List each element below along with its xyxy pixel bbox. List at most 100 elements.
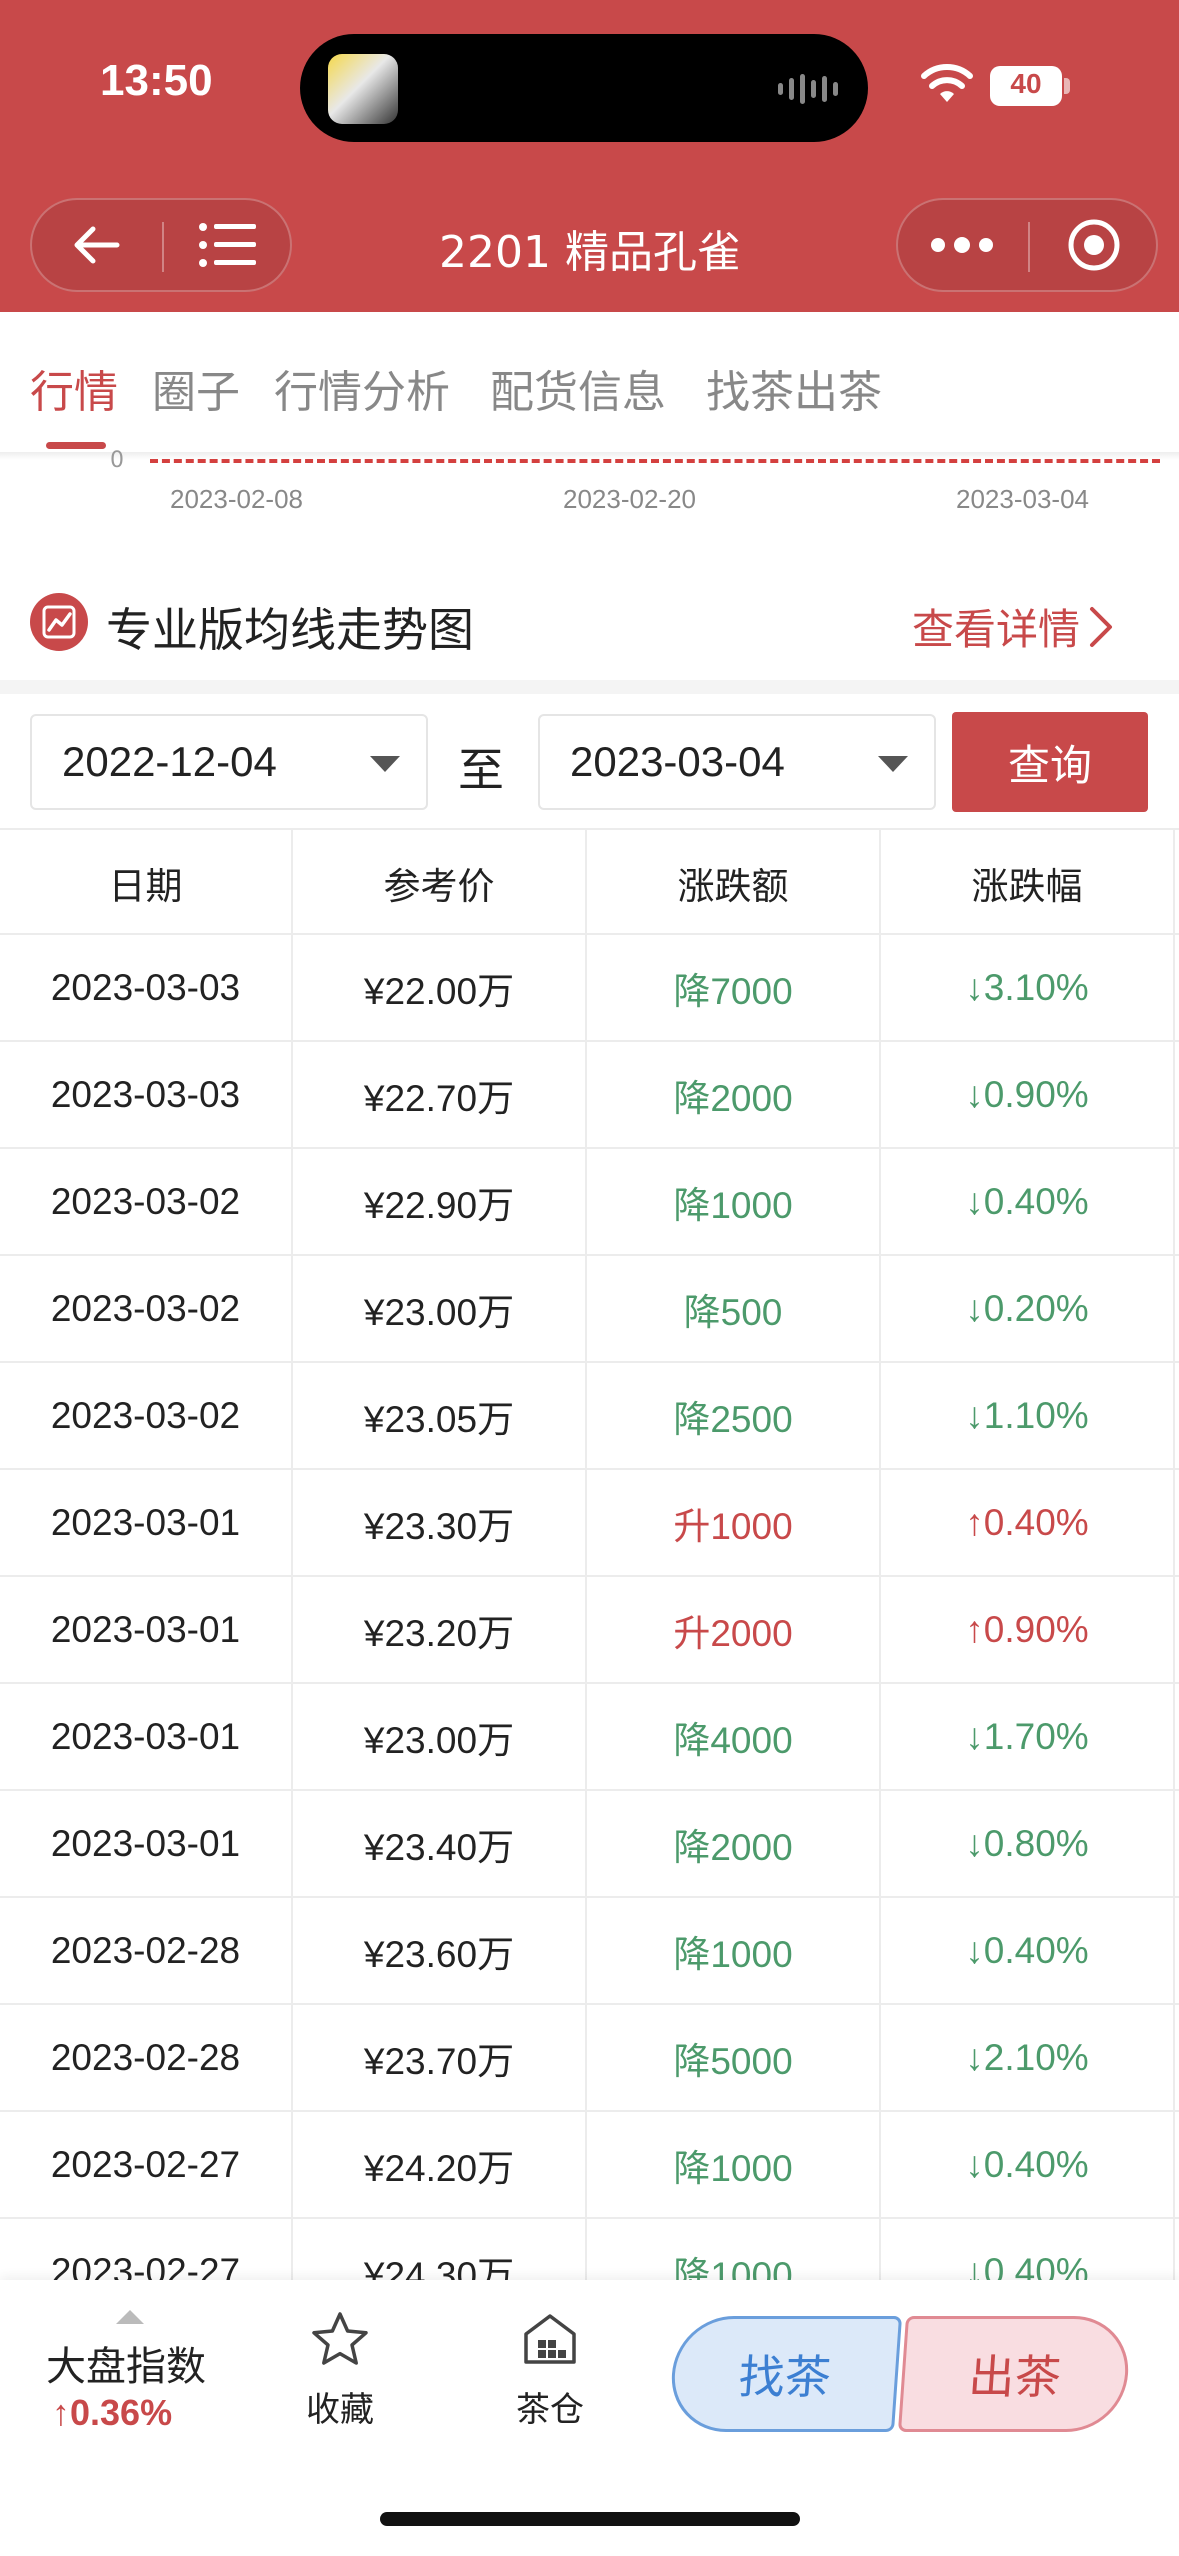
start-date-select[interactable]: 2022-12-04 bbox=[30, 714, 428, 810]
market-index-value: ↑0.36% bbox=[52, 2392, 173, 2433]
find-tea-button[interactable]: 找茶 bbox=[667, 2316, 903, 2432]
row-date: 2023-03-02 bbox=[0, 1149, 293, 1254]
row-change: 降2000 bbox=[587, 1042, 881, 1147]
table-row: 2023-02-27 ¥24.30万 降1000 ↓0.40% bbox=[0, 2219, 1179, 2280]
row-change: 降4000 bbox=[587, 1684, 881, 1789]
more-button[interactable] bbox=[898, 200, 1026, 290]
row-change-percent: ↓1.70% bbox=[881, 1684, 1175, 1789]
table-row: 2023-02-28 ¥23.70万 降5000 ↓2.10% bbox=[0, 2005, 1179, 2112]
expand-arrow-icon[interactable] bbox=[116, 2310, 144, 2324]
table-row: 2023-03-02 ¥23.05万 降2500 ↓1.10% bbox=[0, 1363, 1179, 1470]
header-change-amount: 涨跌额 bbox=[587, 830, 881, 935]
tab-market-analysis[interactable]: 行情分析 bbox=[274, 356, 450, 420]
section-divider bbox=[0, 680, 1179, 694]
row-change: 升2000 bbox=[587, 1577, 881, 1682]
row-date: 2023-03-01 bbox=[0, 1684, 293, 1789]
row-change-percent: ↓0.40% bbox=[881, 1149, 1175, 1254]
tab-distribution-info[interactable]: 配货信息 bbox=[490, 356, 666, 420]
row-price: ¥24.30万 bbox=[293, 2219, 587, 2280]
row-price: ¥23.05万 bbox=[293, 1363, 587, 1468]
chart-y-zero-label: 0 bbox=[110, 448, 124, 473]
menu-button[interactable] bbox=[164, 200, 292, 290]
warehouse-button[interactable]: 茶仓 bbox=[480, 2310, 620, 2431]
row-change: 降500 bbox=[587, 1256, 881, 1361]
target-circle-icon bbox=[1068, 219, 1120, 271]
row-change: 降5000 bbox=[587, 2005, 881, 2110]
star-icon bbox=[312, 2312, 368, 2365]
row-price: ¥22.70万 bbox=[293, 1042, 587, 1147]
row-change-percent: ↓0.80% bbox=[881, 1791, 1175, 1896]
now-playing-artwork bbox=[328, 54, 398, 124]
row-change: 降1000 bbox=[587, 1149, 881, 1254]
wifi-icon bbox=[921, 64, 973, 102]
query-button[interactable]: 查询 bbox=[952, 712, 1148, 812]
row-price: ¥23.00万 bbox=[293, 1684, 587, 1789]
trend-chart-icon bbox=[30, 593, 88, 651]
table-row: 2023-03-02 ¥22.90万 降1000 ↓0.40% bbox=[0, 1149, 1179, 1256]
row-price: ¥23.40万 bbox=[293, 1791, 587, 1896]
audio-waveform-icon bbox=[778, 72, 838, 106]
tab-market[interactable]: 行情 bbox=[30, 356, 118, 420]
table-header-row: 日期 参考价 涨跌额 涨跌幅 bbox=[0, 828, 1179, 935]
table-row: 2023-03-01 ¥23.30万 升1000 ↑0.40% bbox=[0, 1470, 1179, 1577]
price-history-table: 日期 参考价 涨跌额 涨跌幅 2023-03-03 ¥22.00万 降7000 ↓3.… bbox=[0, 828, 1179, 2280]
row-change-percent: ↓0.90% bbox=[881, 1042, 1175, 1147]
row-date: 2023-02-28 bbox=[0, 2005, 293, 2110]
row-date: 2023-03-02 bbox=[0, 1256, 293, 1361]
status-time: 13:50 bbox=[100, 56, 213, 105]
row-price: ¥23.60万 bbox=[293, 1898, 587, 2003]
favorite-label: 收藏 bbox=[306, 2390, 374, 2430]
row-change: 降2000 bbox=[587, 1791, 881, 1896]
dynamic-island bbox=[300, 34, 868, 142]
end-date-select[interactable]: 2023-03-04 bbox=[538, 714, 936, 810]
row-change-percent: ↓0.20% bbox=[881, 1256, 1175, 1361]
view-details-link[interactable]: 查看详情 bbox=[912, 596, 1114, 657]
row-change-percent: ↓2.10% bbox=[881, 2005, 1175, 2110]
tab-find-sell-tea[interactable]: 找茶出茶 bbox=[706, 356, 882, 420]
row-price: ¥23.30万 bbox=[293, 1470, 587, 1575]
row-price: ¥22.00万 bbox=[293, 935, 587, 1040]
table-row: 2023-03-01 ¥23.40万 降2000 ↓0.80% bbox=[0, 1791, 1179, 1898]
chart-x-label: 2023-02-20 bbox=[563, 484, 696, 514]
row-date: 2023-03-03 bbox=[0, 1042, 293, 1147]
close-miniprogram-button[interactable] bbox=[1030, 200, 1158, 290]
end-date-value: 2023-03-04 bbox=[570, 738, 785, 785]
chevron-right-icon bbox=[1090, 606, 1113, 647]
sell-tea-button[interactable]: 出茶 bbox=[897, 2316, 1133, 2432]
back-arrow-icon bbox=[74, 226, 120, 264]
warehouse-icon bbox=[524, 2314, 576, 2364]
battery-level: 40 bbox=[1010, 68, 1042, 99]
nav-left-capsule bbox=[30, 198, 292, 292]
row-date: 2023-02-27 bbox=[0, 2112, 293, 2217]
caret-down-icon bbox=[370, 756, 400, 772]
table-row: 2023-03-03 ¥22.00万 降7000 ↓3.10% bbox=[0, 935, 1179, 1042]
table-row: 2023-02-28 ¥23.60万 降1000 ↓0.40% bbox=[0, 1898, 1179, 2005]
caret-down-icon bbox=[878, 756, 908, 772]
row-date: 2023-03-01 bbox=[0, 1470, 293, 1575]
row-change-percent: ↓1.10% bbox=[881, 1363, 1175, 1468]
tab-circle[interactable]: 圈子 bbox=[152, 356, 240, 420]
row-change: 降1000 bbox=[587, 1898, 881, 2003]
row-date: 2023-03-01 bbox=[0, 1577, 293, 1682]
row-date: 2023-03-02 bbox=[0, 1363, 293, 1468]
table-row: 2023-03-01 ¥23.20万 升2000 ↑0.90% bbox=[0, 1577, 1179, 1684]
row-price: ¥22.90万 bbox=[293, 1149, 587, 1254]
row-price: ¥23.20万 bbox=[293, 1577, 587, 1682]
section-title: 专业版均线走势图 bbox=[106, 603, 474, 657]
chart-x-label: 2023-03-04 bbox=[956, 484, 1089, 514]
table-row: 2023-03-02 ¥23.00万 降500 ↓0.20% bbox=[0, 1256, 1179, 1363]
row-date: 2023-02-27 bbox=[0, 2219, 293, 2280]
more-dots-icon bbox=[931, 237, 993, 253]
start-date-value: 2022-12-04 bbox=[62, 738, 277, 785]
row-change-percent: ↑0.90% bbox=[881, 1577, 1175, 1682]
warehouse-label: 茶仓 bbox=[516, 2390, 584, 2430]
row-date: 2023-03-03 bbox=[0, 935, 293, 1040]
row-price: ¥24.20万 bbox=[293, 2112, 587, 2217]
market-index-label[interactable]: 大盘指数 bbox=[46, 2334, 206, 2392]
app-header: 13:50 40 2201 精品孔雀 bbox=[0, 0, 1179, 312]
battery-tip bbox=[1064, 78, 1070, 94]
home-indicator bbox=[380, 2512, 800, 2526]
favorite-button[interactable]: 收藏 bbox=[270, 2310, 410, 2431]
back-button[interactable] bbox=[32, 200, 160, 290]
battery-icon: 40 bbox=[990, 66, 1062, 106]
